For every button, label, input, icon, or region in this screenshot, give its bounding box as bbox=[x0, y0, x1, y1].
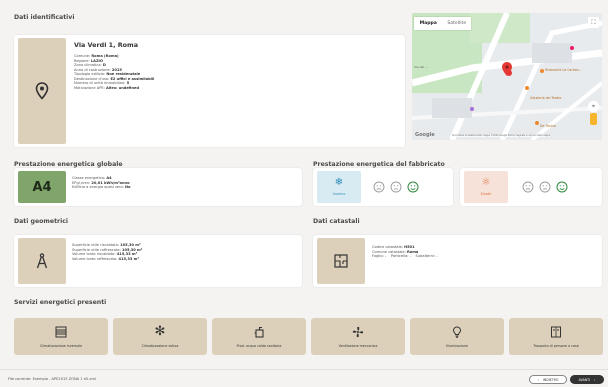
fan-icon bbox=[352, 326, 364, 337]
cadastral-card: Codice catastale: H501 Comune catastale:… bbox=[313, 235, 602, 287]
winter-label: Inverno bbox=[332, 192, 346, 196]
service-acqua-calda: Prod. acqua calda sanitaria bbox=[212, 318, 306, 355]
sad-face-icon bbox=[522, 181, 534, 193]
chevron-right-icon: › bbox=[594, 377, 596, 382]
global-details: Classe energetica: A4 EPgl,nren: 20,01 k… bbox=[72, 176, 131, 190]
section-title-prestazione-fabbricato: Prestazione energetica del fabbricato bbox=[313, 161, 445, 168]
cadastral-details: Codice catastale: H501 Comune catastale:… bbox=[372, 245, 438, 259]
summer-card: ☼ Estate bbox=[460, 168, 602, 206]
service-illuminazione: Illuminazione bbox=[410, 318, 504, 355]
compass-icon bbox=[18, 238, 66, 284]
geometric-details: Superficie utile riscaldata: 105,30 m² S… bbox=[72, 243, 142, 261]
location-icon[interactable]: ⌖ bbox=[588, 101, 599, 112]
map-type-control: Mappa Satellite bbox=[414, 17, 471, 30]
google-logo: Google bbox=[415, 132, 435, 138]
happy-face-icon bbox=[556, 181, 568, 193]
map-place-2: Gelateria del Teatro bbox=[530, 96, 562, 100]
elevator-icon bbox=[551, 326, 561, 337]
back-button[interactable]: ‹ INDIETRO bbox=[529, 375, 567, 384]
section-title-identificativi: Dati identificativi bbox=[14, 14, 75, 21]
neutral-face-icon bbox=[539, 181, 551, 193]
pegman-icon[interactable] bbox=[590, 113, 597, 125]
summer-label: Estate bbox=[480, 192, 492, 196]
service-label: Ventilazione meccanica bbox=[338, 343, 378, 348]
fullscreen-icon[interactable]: ⛶ bbox=[588, 17, 599, 28]
detail-vol-raff: Volume lordo raffrescato: 415,33 m³ bbox=[72, 256, 139, 261]
tab-mappa[interactable]: Mappa bbox=[414, 17, 443, 30]
global-performance-card: A4 Classe energetica: A4 EPgl,nren: 20,0… bbox=[14, 168, 302, 206]
back-label: INDIETRO bbox=[542, 377, 559, 382]
lightbulb-icon bbox=[452, 325, 462, 338]
service-ventilazione: Ventilazione meccanica bbox=[311, 318, 405, 355]
section-title-geometrici: Dati geometrici bbox=[14, 218, 68, 225]
building-card: Via Verdi 1, Roma Comune: Roma (Roma) Re… bbox=[14, 35, 405, 147]
service-label: Prod. acqua calda sanitaria bbox=[236, 343, 282, 348]
chevron-left-icon: ‹ bbox=[537, 377, 539, 382]
service-climatizzazione-invernale: Climatizzazione invernale bbox=[14, 318, 108, 355]
service-label: Trasporto di persone o cose bbox=[533, 343, 579, 348]
summer-badge: ☼ Estate bbox=[464, 171, 508, 203]
map-attribution[interactable]: Scorciatoie da tastiera Dati mappa ©2024… bbox=[452, 134, 551, 137]
building-details: Comune: Roma (Roma) Regione: LAZIO Zona … bbox=[74, 54, 154, 90]
winter-badge: ❄ Inverno bbox=[317, 171, 361, 203]
section-title-servizi: Servizi energetici presenti bbox=[14, 299, 107, 306]
map-canvas[interactable] bbox=[412, 13, 602, 140]
map-place-1: Ristorante La Carbon... bbox=[545, 68, 582, 72]
service-climatizzazione-estiva: ✻ Climatizzazione estiva bbox=[113, 318, 207, 355]
energy-class-badge: A4 bbox=[18, 171, 66, 203]
detail-nzeb: Edificio a energia quasi zero: No bbox=[72, 185, 131, 190]
service-label: Climatizzazione invernale bbox=[39, 343, 83, 348]
section-title-catastali: Dati catastali bbox=[313, 218, 360, 225]
location-pin-icon bbox=[18, 38, 66, 144]
neutral-face-icon bbox=[390, 181, 402, 193]
map-place-3: Da Tonino bbox=[540, 124, 556, 128]
building-address: Via Verdi 1, Roma bbox=[74, 41, 139, 49]
service-label: Climatizzazione estiva bbox=[141, 343, 179, 348]
winter-card: ❄ Inverno bbox=[313, 168, 453, 206]
snowflake-icon: ✻ bbox=[154, 323, 166, 339]
current-file: File corrente: Esempio - APE2015 ZONA 1 … bbox=[8, 377, 96, 381]
next-label: AVANTI bbox=[578, 377, 591, 382]
next-button[interactable]: AVANTI › bbox=[570, 375, 604, 384]
service-trasporto: Trasporto di persone o cose bbox=[509, 318, 603, 355]
map-street: Via del ... bbox=[414, 65, 429, 69]
boiler-icon bbox=[254, 326, 264, 338]
service-label: Illuminazione bbox=[446, 343, 468, 348]
geometric-card: Superficie utile riscaldata: 105,30 m² S… bbox=[14, 235, 302, 287]
floorplan-icon bbox=[317, 238, 365, 284]
happy-face-icon bbox=[407, 181, 419, 193]
snowflake-icon: ❄ bbox=[334, 177, 344, 188]
radiator-icon bbox=[55, 326, 67, 337]
tab-satellite[interactable]: Satellite bbox=[443, 17, 472, 30]
section-title-prestazione-globale: Prestazione energetica globale bbox=[14, 161, 123, 168]
map-widget[interactable]: Mappa Satellite ⛶ Ristorante La Carbon..… bbox=[412, 13, 602, 140]
sad-face-icon bbox=[373, 181, 385, 193]
map-marker-icon[interactable] bbox=[502, 61, 516, 76]
detail-foglio: Foglio: - Particella: - Subalterni: - bbox=[372, 254, 438, 259]
detail-motivazione: Motivazione APE: Altro: undefined bbox=[74, 85, 140, 90]
sun-icon: ☼ bbox=[481, 177, 491, 188]
